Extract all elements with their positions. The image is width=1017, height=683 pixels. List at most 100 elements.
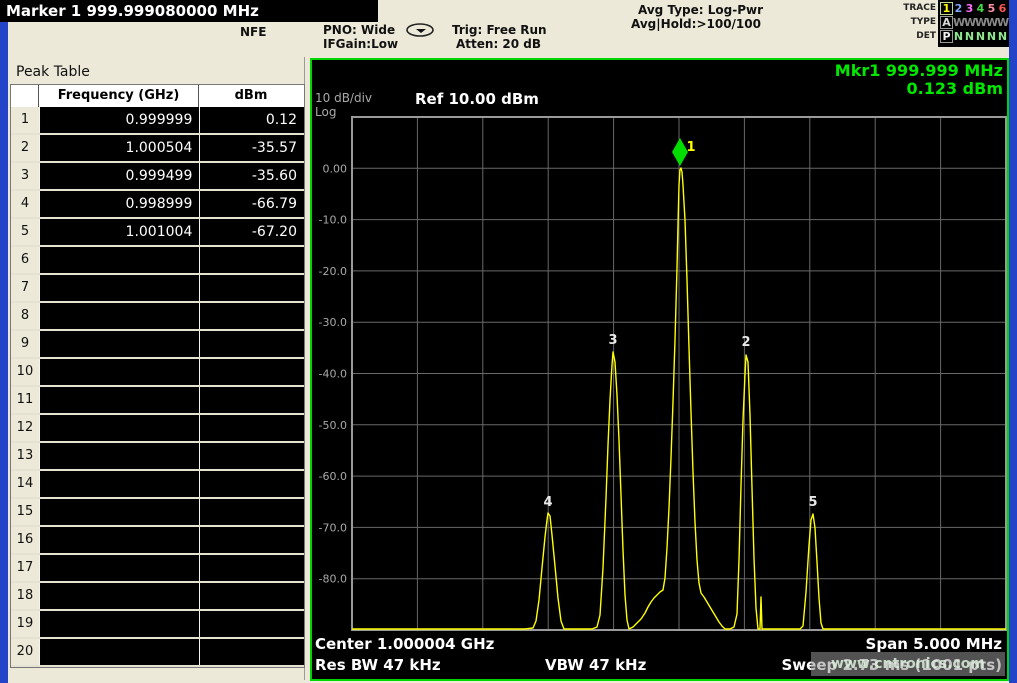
spectrum-plot: 0.00-10.0-20.0-30.0-40.0-50.0-60.0-70.0-… (312, 60, 1007, 679)
table-row: 19 (11, 611, 304, 639)
peak-table-title: Peak Table (16, 64, 90, 80)
dbm-value: -67.20 (200, 219, 304, 245)
dbm-cell: 0.12 (199, 107, 304, 133)
trace-3-selector[interactable]: 3 (964, 2, 975, 15)
row-number: 9 (11, 331, 39, 357)
trace-3-type[interactable]: W (964, 16, 975, 29)
y-axis-tick-label: -50.0 (319, 419, 347, 432)
trace-6-detector[interactable]: N (997, 30, 1008, 43)
table-row: 20 (11, 639, 304, 667)
y-axis-tick-label: 0.00 (323, 162, 348, 175)
marker-title-bar: Marker 1 999.999080000 MHz (0, 0, 378, 22)
peak-number-label: 1 (686, 140, 695, 155)
trace-3-detector[interactable]: N (964, 30, 975, 43)
trace-5-detector[interactable]: N (986, 30, 997, 43)
dbm-cell (199, 359, 304, 385)
table-row: 9 (11, 331, 304, 359)
dbm-cell (199, 527, 304, 553)
trace-6-type[interactable]: W (997, 16, 1008, 29)
frequency-cell: 1.001004 (39, 219, 199, 245)
window-frame-left (0, 22, 8, 683)
dbm-cell (199, 583, 304, 609)
dbm-cell (199, 443, 304, 469)
table-row: 17 (11, 555, 304, 583)
row-number: 13 (11, 443, 39, 469)
dbm-value: -35.60 (200, 163, 304, 189)
frequency-cell (39, 247, 199, 273)
table-row: 10.9999990.12 (11, 107, 304, 135)
table-row: 11 (11, 387, 304, 415)
frequency-cell (39, 415, 199, 441)
span-annotation: Span 5.000 MHz (866, 635, 1002, 653)
spectrum-window: Mkr1 999.999 MHz 0.123 dBm 10 dB/div Log… (310, 58, 1009, 681)
row-number: 7 (11, 275, 39, 301)
trace-4-detector[interactable]: N (975, 30, 986, 43)
row-number: 17 (11, 555, 39, 581)
dbm-cell (199, 275, 304, 301)
avg-hold-annotation: Avg|Hold:>100/100 (631, 17, 761, 31)
peak-number-label: 2 (741, 335, 750, 350)
frequency-cell: 0.998999 (39, 191, 199, 217)
center-freq-annotation: Center 1.000004 GHz (315, 635, 494, 653)
det-row-label: DET (916, 31, 936, 41)
trace-2-detector[interactable]: N (953, 30, 964, 43)
pno-annotation: PNO: Wide (323, 23, 395, 37)
frequency-cell (39, 443, 199, 469)
dbm-cell (199, 387, 304, 413)
row-number: 8 (11, 303, 39, 329)
trace-2-type[interactable]: W (953, 16, 964, 29)
continuous-sweep-icon (404, 22, 436, 43)
row-number: 19 (11, 611, 39, 637)
avg-type-annotation: Avg Type: Log-Pwr (638, 3, 763, 17)
frequency-cell (39, 555, 199, 581)
row-number: 2 (11, 135, 39, 161)
frequency-cell (39, 303, 199, 329)
dbm-cell: -35.60 (199, 163, 304, 189)
peak-table-panel: Peak Table Frequency (GHz) dBm 10.999999… (8, 57, 305, 680)
header-dbm-col: dBm (199, 85, 303, 107)
table-row: 12 (11, 415, 304, 443)
frequency-cell (39, 639, 199, 665)
frequency-cell (39, 275, 199, 301)
trace-6-selector[interactable]: 6 (997, 2, 1008, 15)
trace-2-selector[interactable]: 2 (953, 2, 964, 15)
row-number: 15 (11, 499, 39, 525)
table-row: 30.999499-35.60 (11, 163, 304, 191)
frequency-value: 0.999999 (40, 107, 199, 133)
frequency-value: 1.000504 (40, 135, 199, 161)
peak-number-label: 3 (608, 333, 617, 348)
y-axis-tick-label: -70.0 (319, 521, 347, 534)
frequency-value: 0.999499 (40, 163, 199, 189)
trace-row-label: TRACE (903, 3, 936, 13)
row-number: 6 (11, 247, 39, 273)
y-axis-tick-label: -20.0 (319, 265, 347, 278)
ifgain-annotation: IFGain:Low (323, 37, 398, 51)
table-row: 14 (11, 471, 304, 499)
trace-1-detector[interactable]: P (940, 30, 953, 43)
trace-1-selector[interactable]: 1 (940, 2, 953, 15)
dbm-cell: -67.20 (199, 219, 304, 245)
row-number: 16 (11, 527, 39, 553)
dbm-cell: -35.57 (199, 135, 304, 161)
trace-4-type[interactable]: W (975, 16, 986, 29)
table-row: 10 (11, 359, 304, 387)
vbw-annotation: VBW 47 kHz (545, 656, 646, 674)
dbm-cell (199, 415, 304, 441)
table-row: 13 (11, 443, 304, 471)
trace-5-type[interactable]: W (986, 16, 997, 29)
table-row: 21.000504-35.57 (11, 135, 304, 163)
trace-1-type[interactable]: A (940, 16, 953, 29)
nfe-annotation: NFE (240, 25, 266, 39)
row-number: 11 (11, 387, 39, 413)
frequency-value: 0.998999 (40, 191, 199, 217)
dbm-cell (199, 471, 304, 497)
y-axis-tick-label: -40.0 (319, 368, 347, 381)
dbm-cell (199, 331, 304, 357)
table-row: 40.998999-66.79 (11, 191, 304, 219)
frequency-cell (39, 387, 199, 413)
peak-number-label: 4 (543, 495, 552, 510)
trace-4-selector[interactable]: 4 (975, 2, 986, 15)
row-number: 5 (11, 219, 39, 245)
trace-5-selector[interactable]: 5 (986, 2, 997, 15)
frequency-cell: 1.000504 (39, 135, 199, 161)
